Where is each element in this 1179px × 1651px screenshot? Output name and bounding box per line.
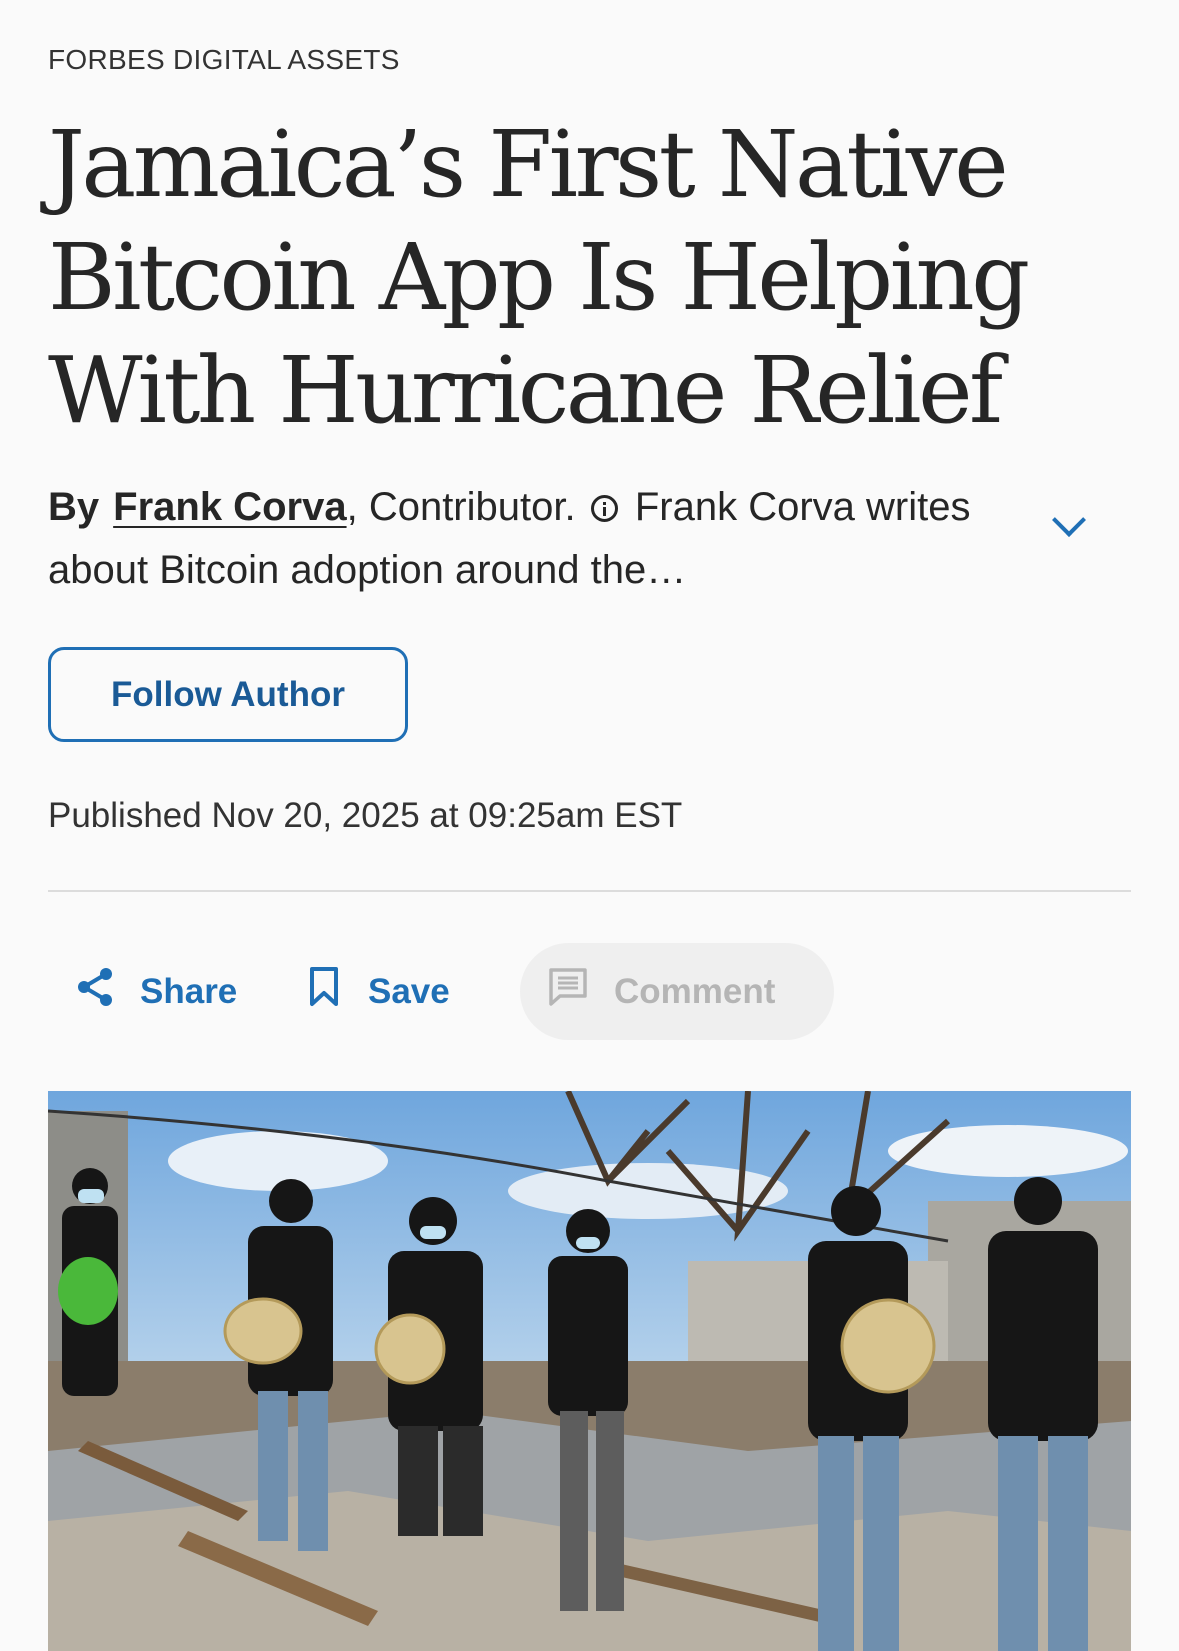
share-label: Share: [140, 971, 238, 1011]
chevron-down-icon[interactable]: [1052, 503, 1086, 537]
hero-image: [48, 1091, 1131, 1651]
headline-line: With Hurricane Relief: [48, 337, 1003, 444]
byline: By Frank Corva, Contributor. Frank Corva …: [48, 476, 978, 602]
section-label[interactable]: FORBES DIGITAL ASSETS: [48, 44, 400, 76]
divider: [48, 890, 1131, 892]
comment-label: Comment: [614, 971, 776, 1011]
byline-comma: ,: [346, 485, 358, 529]
published-date: Published Nov 20, 2025 at 09:25am EST: [48, 796, 683, 835]
save-button[interactable]: Save: [308, 943, 450, 1040]
author-link[interactable]: Frank Corva: [113, 485, 346, 529]
byline-by: By: [48, 485, 100, 529]
save-label: Save: [368, 971, 450, 1011]
comment-button[interactable]: Comment: [520, 943, 834, 1040]
article-actions: Share Save Comment: [48, 943, 1131, 1040]
author-role: Contributor.: [368, 485, 576, 529]
share-button[interactable]: Share: [76, 943, 237, 1040]
share-icon: [76, 967, 114, 1016]
comment-icon: [548, 967, 588, 1016]
info-icon[interactable]: [590, 495, 618, 522]
headline-line: Jamaica’s First Native: [48, 111, 1009, 218]
headline-line: Bitcoin App Is Helping: [48, 224, 1030, 331]
bookmark-icon: [308, 966, 340, 1017]
headline: Jamaica’s First Native Bitcoin App Is He…: [48, 108, 1048, 447]
follow-author-button[interactable]: Follow Author: [48, 647, 408, 742]
